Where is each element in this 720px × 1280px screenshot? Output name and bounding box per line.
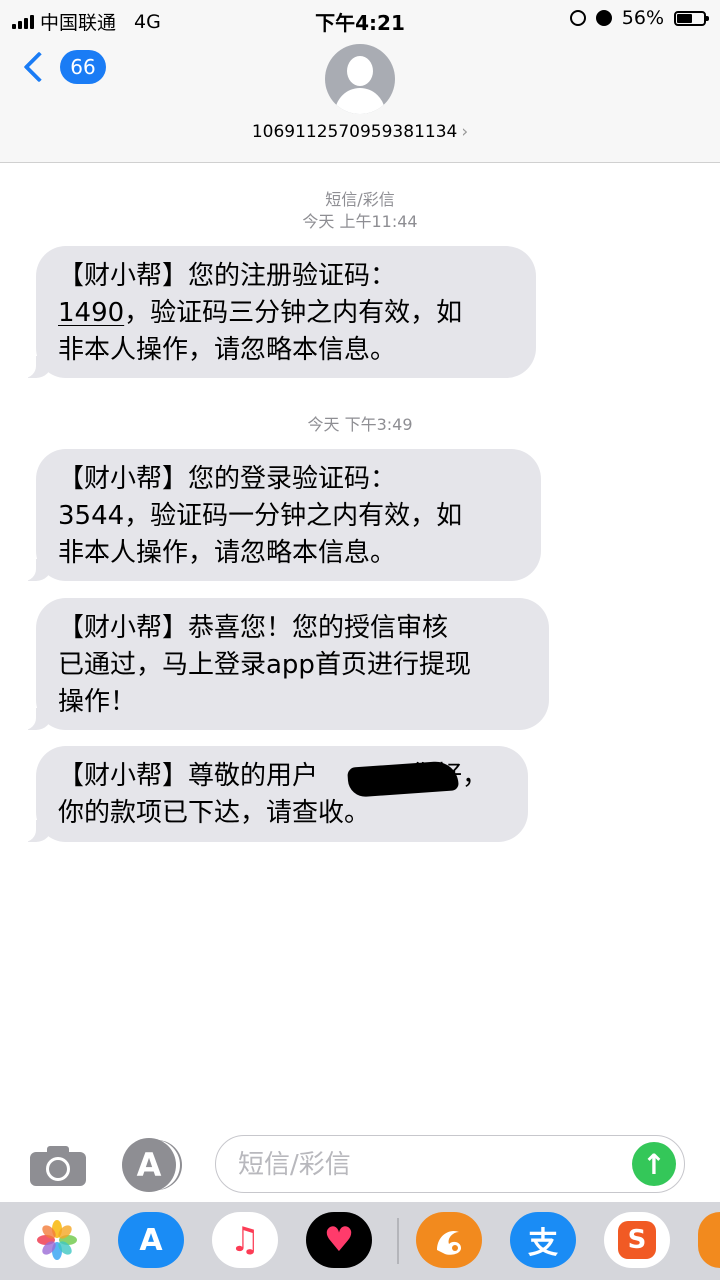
message-line: 【财小帮】您的注册验证码： [58,261,397,291]
verification-code[interactable]: 1490 [58,298,124,328]
compose-bar: A ↑ [0,1130,720,1200]
contact-avatar[interactable] [325,44,395,114]
message-bubble[interactable]: 【财小帮】尊敬的用户您好， 你的款项已下达，请查收。 [22,746,528,842]
person-icon [347,56,373,86]
drawer-app-photos[interactable] [24,1212,90,1268]
battery-icon [674,10,709,26]
battery-percent: 56% [621,7,664,29]
message-bubble[interactable]: 【财小帮】您的登录验证码： 3544，验证码一分钟之内有效，如 非本人操作，请忽… [22,449,541,581]
drawer-app-music[interactable]: ♫ [212,1212,278,1268]
message-input[interactable] [236,1144,620,1186]
status-right: 56% [569,7,709,29]
message-bubble[interactable]: 【财小帮】恭喜您！您的授信审核 已通过，马上登录app首页进行提现 操作！ [22,598,549,730]
message-line: 【财小帮】恭喜您！您的授信审核 [58,613,449,643]
message-line: 【财小帮】您的登录验证码： [58,464,397,494]
drawer-app-partial[interactable] [698,1212,720,1268]
message-line: 非本人操作，请忽略本信息。 [58,538,397,568]
message-line: 非本人操作，请忽略本信息。 [58,335,397,365]
message-line: 已通过，马上登录app首页进行提现 [58,650,471,680]
status-bar: 中国联通 4G 下午4:21 56% [0,0,720,36]
rotation-lock-icon [569,10,586,26]
message-line: 1490，验证码三分钟之内有效，如 [58,298,463,328]
contact-number: 1069112570959381134 [251,122,458,142]
chevron-right-icon: › [461,122,469,142]
heart-app-icon: ♥ [323,1220,355,1260]
conversation-header: 66 1069112570959381134 › [0,36,720,163]
drawer-app-store[interactable]: A [118,1212,184,1268]
uc-browser-icon [437,1230,461,1255]
drawer-app-heart[interactable]: ♥ [306,1212,372,1268]
service-label: 短信/彩信 [325,190,395,209]
send-button[interactable]: ↑ [632,1142,676,1186]
app-store-icon: A [139,1222,163,1258]
message-field[interactable]: ↑ [215,1135,685,1193]
camera-button[interactable] [30,1144,86,1186]
drawer-app-uc[interactable] [416,1212,482,1268]
sogou-icon: S [618,1221,656,1259]
app-drawer: A ♫ ♥ 支 S [0,1202,720,1280]
drawer-app-alipay[interactable]: 支 [510,1212,576,1268]
back-button[interactable]: 66 [18,50,106,84]
drawer-divider [397,1218,399,1264]
photos-icon [37,1220,77,1260]
message-timestamp: 今天 下午3:49 [307,415,413,434]
message-bubble[interactable]: 【财小帮】您的注册验证码： 1490，验证码三分钟之内有效，如 非本人操作，请忽… [22,246,536,378]
alipay-icon: 支 [528,1226,558,1261]
music-icon: ♫ [229,1220,261,1260]
message-line: 3544，验证码一分钟之内有效，如 [58,501,463,531]
alarm-icon [595,10,612,26]
chevron-left-icon [23,51,55,83]
drawer-app-sogou[interactable]: S [604,1212,670,1268]
unread-badge: 66 [60,50,106,84]
contact-name[interactable]: 1069112570959381134 › [0,122,720,142]
message-line: 操作！ [58,687,137,717]
app-store-button[interactable]: A [122,1138,176,1192]
message-timestamp: 今天 上午11:44 [302,212,418,231]
message-line: 你的款项已下达，请查收。 [58,798,371,828]
